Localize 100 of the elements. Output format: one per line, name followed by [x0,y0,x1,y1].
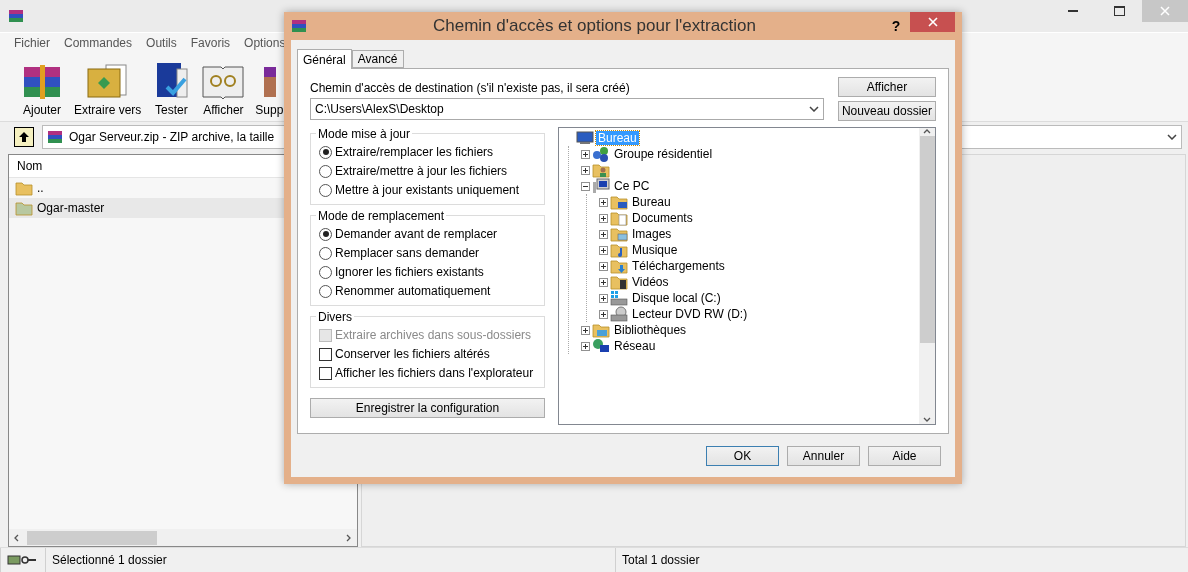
up-button[interactable] [14,127,34,147]
radio-button[interactable] [319,145,332,159]
radio-button[interactable] [319,227,332,241]
option-label: Afficher les fichiers dans l'explorateur [335,366,534,380]
minimize-icon [1068,10,1078,12]
option-label: Conserver les fichiers altérés [335,347,490,361]
option-label: Renommer automatiquement [335,284,491,298]
expand-icon[interactable] [599,309,608,319]
user-folder-icon [592,162,610,178]
radio-button[interactable] [319,183,332,197]
disc-drive-icon [610,306,628,322]
help-button[interactable]: ? [882,18,910,34]
computer-icon [592,178,610,194]
up-arrow-icon [18,131,30,143]
tree-item[interactable]: Réseau [612,339,658,353]
expand-icon[interactable] [581,149,590,159]
menu-item[interactable]: Outils [146,36,177,50]
scroll-right-icon[interactable] [345,533,353,542]
dropdown-icon [1167,134,1177,140]
folder-icon [15,180,33,196]
vertical-scrollbar[interactable] [919,128,935,424]
field-label: Chemin d'accès de destination (s'il n'existe pas, il sera créé) [310,81,631,95]
checkbox[interactable] [319,366,332,380]
tab[interactable]: Avancé [351,50,404,68]
dialog-button[interactable]: Aide [868,445,941,466]
folder-film-icon [610,274,628,290]
folder-icon [15,200,33,216]
tree-item[interactable]: Groupe résidentiel [612,147,715,161]
toolbar-button[interactable]: Supp [255,61,284,117]
close-icon [1160,6,1170,16]
radio-button[interactable] [319,164,332,178]
app-icon [291,18,307,34]
library-folder-icon [592,322,610,338]
tree-item[interactable]: Documents [630,211,695,225]
scroll-left-icon[interactable] [13,533,21,542]
dropdown-icon [808,106,819,112]
show-button[interactable]: Afficher [837,77,936,97]
option-label: Ignorer les fichiers existants [335,265,484,279]
folder-image-icon [610,226,628,242]
expand-icon[interactable] [599,229,608,239]
option-label: Extraire archives dans sous-dossiers [335,328,532,342]
option-label: Mettre à jour existants uniquement [335,183,520,197]
homegroup-icon [592,146,610,162]
maximize-icon [1113,6,1125,16]
dialog-title: Chemin d'accès et options pour l'extraction [431,16,758,36]
close-icon [927,17,938,27]
tree-item[interactable]: Bibliothèques [612,323,689,337]
save-settings-button[interactable]: Enregistrer la configuration [310,398,545,418]
menu-item[interactable]: Favoris [190,36,231,50]
scroll-up-icon[interactable] [923,128,931,136]
radio-button[interactable] [319,265,332,279]
dialog-button[interactable]: OK [706,445,779,466]
drive-key-icon [7,554,37,566]
tree-item[interactable]: Téléchargements [630,259,727,273]
tab[interactable]: Général [297,49,352,69]
expand-icon[interactable] [599,213,608,223]
hard-drive-icon [610,290,628,306]
expand-icon[interactable] [599,293,608,303]
horizontal-scrollbar[interactable] [9,529,357,546]
tree-item[interactable]: Ce PC [612,179,652,193]
network-icon [592,338,610,354]
radio-button[interactable] [319,246,332,260]
folder-document-icon [610,210,628,226]
expand-icon[interactable] [581,165,590,175]
new-folder-button[interactable]: Nouveau dossier [837,101,936,121]
expand-icon[interactable] [599,277,608,287]
expand-icon[interactable] [581,341,590,351]
status-text: Sélectionné 1 dossier [45,548,615,572]
app-icon [47,129,63,145]
monitor-icon [576,131,594,145]
folder-music-icon [610,242,628,258]
menu-item[interactable]: Fichier [14,36,50,50]
tree-item[interactable]: Musique [630,243,680,257]
collapse-icon[interactable] [581,181,590,191]
app-icon [8,8,24,24]
expand-icon[interactable] [581,325,590,335]
expand-icon[interactable] [599,261,608,271]
toolbar-button[interactable]: Afficher [201,61,246,117]
toolbar-button[interactable]: Extraire vers [74,61,142,117]
tree-item[interactable]: Images [630,227,674,241]
menu-item[interactable]: Options [244,36,286,50]
tree-item[interactable]: Lecteur DVD RW (D:) [630,307,750,321]
scroll-down-icon[interactable] [923,416,931,424]
option-label: Demander avant de remplacer [335,227,498,241]
dialog-button[interactable]: Annuler [787,445,860,466]
tree-item[interactable]: Vidéos [630,275,671,289]
toolbar-button[interactable]: Tester [151,61,192,117]
expand-icon[interactable] [599,245,608,255]
close-button[interactable] [910,12,955,32]
menu-item[interactable]: Commandes [64,36,133,50]
tree-item[interactable]: Bureau [630,195,673,209]
group-title: Mode mise à jour [316,127,413,141]
toolbar-button[interactable]: Ajouter [20,61,64,117]
group-title: Divers [316,310,354,324]
option-label: Remplacer sans demander [335,246,480,260]
destination-field[interactable]: C:\Users\AlexS\Desktop [310,98,824,120]
checkbox[interactable] [319,347,332,361]
tree-item[interactable]: Disque local (C:) [630,291,723,305]
radio-button[interactable] [319,284,332,298]
expand-icon[interactable] [599,197,608,207]
